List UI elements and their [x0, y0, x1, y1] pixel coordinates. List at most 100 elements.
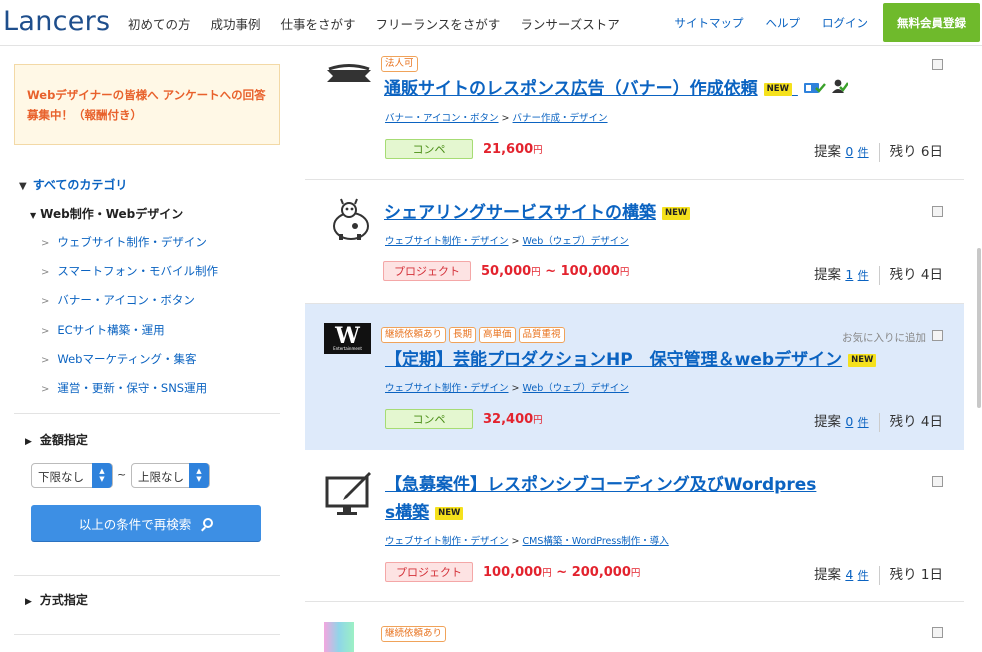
subcategory-item[interactable]: > ECサイト構築・運用: [41, 322, 218, 351]
price-filter-toggle[interactable]: ▶ 金額指定: [25, 431, 88, 448]
price-max-value: 100,000: [560, 264, 620, 279]
subcategory-item[interactable]: > バナー・アイコン・ボタン: [41, 292, 218, 321]
category-link[interactable]: バナー作成・デザイン: [513, 113, 608, 124]
chevron-right-icon: >: [41, 354, 50, 366]
scrollbar[interactable]: [977, 248, 981, 408]
method-filter-toggle[interactable]: ▶ 方式指定: [25, 591, 88, 608]
nav-lancers-store[interactable]: ランサーズストア: [520, 14, 619, 33]
subcategory-list: > ウェブサイト制作・デザイン > スマートフォン・モバイル制作 > バナー・アイコン…: [41, 234, 218, 409]
subcategory-label: Webマーケティング・集客: [57, 351, 197, 366]
category-link[interactable]: ウェブサイト制作・デザイン: [385, 236, 509, 247]
job-title[interactable]: 通販サイトのレスポンス広告（バナー）作成依頼 NEW: [384, 76, 849, 102]
proposal-count[interactable]: 0: [845, 414, 853, 429]
subcategory-label: スマートフォン・モバイル制作: [57, 264, 219, 279]
subcategory-item[interactable]: > 運営・更新・保守・SNS運用: [41, 380, 218, 409]
price-separator: ~: [551, 565, 572, 580]
category-link[interactable]: ウェブサイト制作・デザイン: [385, 383, 509, 394]
days-remaining: 残り 6日: [889, 144, 943, 160]
survey-notice[interactable]: Webデザイナーの皆様へ アンケートへの回答募集中！（報酬付き）: [14, 64, 280, 145]
min-price-value: 下限なし: [38, 470, 84, 484]
category-web-label: Web制作・Webデザイン: [40, 207, 184, 221]
sitemap-link[interactable]: サイトマップ: [675, 15, 744, 31]
divider: [878, 142, 880, 162]
category-all[interactable]: ▼ すべてのカテゴリ: [19, 176, 127, 193]
proposals-label: 提案: [814, 144, 842, 160]
job-title[interactable]: シェアリングサービスサイトの構築 NEW: [384, 200, 691, 226]
job-meta: 提案 1 件 残り 4日: [814, 263, 943, 285]
job-tags: 継続依頼あり: [381, 626, 447, 642]
job-price: 100,000円 ~ 200,000円: [483, 565, 640, 580]
category-link[interactable]: CMS構築・WordPress制作・導入: [523, 536, 669, 547]
proposals-label: 提案: [814, 267, 842, 283]
nav-success-stories[interactable]: 成功事例: [211, 14, 261, 33]
subcategory-item[interactable]: > ウェブサイト制作・デザイン: [41, 234, 218, 263]
max-price-select[interactable]: 上限なし ▲ ▼: [131, 463, 210, 488]
category-link[interactable]: Web（ウェブ）デザイン: [523, 236, 629, 247]
new-badge: NEW: [763, 82, 792, 96]
days-remaining: 残り 4日: [889, 267, 943, 283]
price-value: 21,600: [483, 142, 534, 157]
subcategory-item[interactable]: > Webマーケティング・集客: [41, 351, 218, 380]
job-title-text: 【急募案件】レスポンシブコーディング及びWordpres: [385, 475, 817, 495]
job-tag: 高単価: [479, 327, 516, 343]
job-title-line1[interactable]: 【急募案件】レスポンシブコーディング及びWordpres: [385, 472, 816, 498]
max-price-value: 上限なし: [138, 470, 184, 484]
favorite-checkbox[interactable]: [932, 627, 943, 638]
site-header: Lancers 初めての方 成功事例 仕事をさがす フリーランスをさがす ランサ…: [0, 0, 982, 46]
favorite-checkbox[interactable]: [932, 476, 943, 487]
caret-right-icon: ▶: [25, 437, 32, 447]
job-title-text: 通販サイトのレスポンス広告（バナー）作成依頼: [384, 79, 758, 99]
subcategory-label: 運営・更新・保守・SNS運用: [57, 380, 208, 395]
favorite-checkbox[interactable]: [932, 59, 943, 70]
job-title-line2[interactable]: s構築 NEW: [385, 500, 464, 526]
job-title[interactable]: 【定期】芸能プロダクションHP 保守管理＆webデザイン NEW: [385, 347, 877, 373]
job-price: 50,000円 ~ 100,000円: [481, 264, 629, 279]
add-favorite-label[interactable]: お気に入りに追加: [842, 330, 926, 345]
favorite-checkbox[interactable]: [932, 330, 943, 341]
price-value: 100,000: [483, 565, 543, 580]
chevron-right-icon: >: [41, 267, 50, 279]
help-link[interactable]: ヘルプ: [766, 15, 801, 31]
caret-right-icon: ▶: [25, 597, 32, 607]
price-unit: 円: [533, 415, 543, 426]
proposal-count[interactable]: 0: [845, 144, 853, 159]
divider: [14, 575, 280, 576]
nav-find-freelancers[interactable]: フリーランスをさがす: [376, 14, 501, 33]
nav-first-time[interactable]: 初めての方: [128, 14, 191, 33]
select-arrows-icon: ▲ ▼: [92, 463, 112, 488]
proposal-count[interactable]: 4: [845, 567, 853, 582]
price-separator: ~: [540, 264, 561, 279]
company-logo-letter: W: [335, 323, 360, 349]
lancers-logo[interactable]: Lancers: [3, 6, 110, 37]
login-link[interactable]: ログイン: [822, 15, 868, 31]
chevron-right-icon: >: [41, 325, 50, 337]
job-price: 21,600円: [483, 142, 543, 157]
divider: [878, 565, 880, 585]
caret-down-icon: ▼: [30, 211, 37, 220]
user-check-icon: [831, 79, 849, 93]
job-category: バナー・アイコン・ボタン > バナー作成・デザイン: [385, 113, 608, 124]
new-badge: NEW: [848, 353, 877, 367]
category-link[interactable]: Web（ウェブ）デザイン: [523, 383, 629, 394]
select-arrows-icon: ▲ ▼: [189, 463, 209, 488]
category-web[interactable]: ▼ Web制作・Webデザイン: [30, 205, 183, 222]
research-button[interactable]: 以上の条件で再検索: [31, 505, 261, 541]
job-tag: 継続依頼あり: [381, 626, 447, 642]
price-unit: 円: [533, 145, 543, 156]
category-link[interactable]: バナー・アイコン・ボタン: [385, 113, 499, 124]
min-price-select[interactable]: 下限なし ▲ ▼: [31, 463, 113, 488]
job-meta: 提案 0 件 残り 4日: [814, 410, 943, 432]
proposal-count[interactable]: 1: [845, 267, 853, 282]
category-all-label: すべてのカテゴリ: [32, 178, 128, 192]
subcategory-item[interactable]: > スマートフォン・モバイル制作: [41, 263, 218, 292]
job-thumbnail: [324, 622, 354, 652]
category-link[interactable]: ウェブサイト制作・デザイン: [385, 536, 509, 547]
favorite-checkbox[interactable]: [932, 206, 943, 217]
days-remaining: 残り 4日: [889, 414, 943, 430]
signup-button[interactable]: 無料会員登録: [883, 3, 980, 42]
price-filter-label: 金額指定: [39, 433, 88, 447]
nav-find-work[interactable]: 仕事をさがす: [281, 14, 356, 33]
proposal-unit: 件: [857, 416, 869, 429]
job-type-badge: コンペ: [385, 409, 473, 429]
job-row: 法人可 通販サイトのレスポンス広告（バナー）作成依頼 NEW バナー・アイコン・ボ…: [305, 46, 964, 180]
